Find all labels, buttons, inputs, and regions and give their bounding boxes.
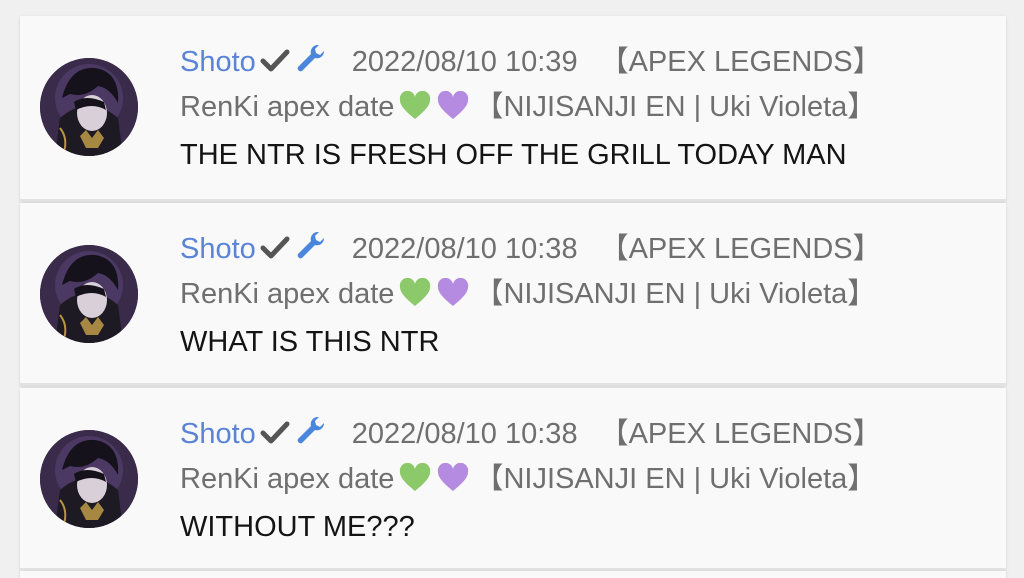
- green-heart-icon: [398, 90, 432, 129]
- message-text: THE NTR IS FRESH OFF THE GRILL TODAY MAN: [180, 139, 847, 171]
- username[interactable]: Shoto: [180, 418, 256, 450]
- chat-message-card[interactable]: Shoto 2022/08/10 10:38 【APEX LEGENDS】 RenK…: [20, 203, 1006, 386]
- stream-info: RenKi apex date 【NIJISANJI EN | Uki Viole…: [180, 277, 876, 316]
- stream-title: RenKi apex date: [180, 278, 395, 310]
- check-icon: [260, 48, 290, 82]
- stream-title: RenKi apex date: [180, 91, 395, 123]
- game-tag: 【APEX LEGENDS】: [599, 233, 882, 265]
- chat-feed: Shoto 2022/08/10 10:39 【APEX LEGENDS】 RenK…: [0, 0, 1024, 578]
- stream-channel: 【NIJISANJI EN | Uki Violeta】: [474, 463, 877, 495]
- message-header: Shoto 2022/08/10 10:38 【APEX LEGENDS】: [180, 414, 882, 454]
- message-text: WITHOUT ME???: [180, 511, 415, 543]
- check-icon: [260, 235, 290, 269]
- avatar-icon[interactable]: [40, 430, 138, 528]
- stream-channel: 【NIJISANJI EN | Uki Violeta】: [474, 278, 877, 310]
- stream-title: RenKi apex date: [180, 463, 395, 495]
- message-header: Shoto 2022/08/10 10:38 【APEX LEGENDS】: [180, 229, 882, 269]
- wrench-icon: [294, 414, 326, 454]
- avatar-icon[interactable]: [40, 245, 138, 343]
- message-text: WHAT IS THIS NTR: [180, 326, 440, 358]
- stream-info: RenKi apex date 【NIJISANJI EN | Uki Viole…: [180, 462, 876, 501]
- avatar-icon[interactable]: [40, 58, 138, 156]
- username[interactable]: Shoto: [180, 46, 256, 78]
- game-tag: 【APEX LEGENDS】: [599, 46, 882, 78]
- purple-heart-icon: [436, 277, 470, 316]
- stream-info: RenKi apex date 【NIJISANJI EN | Uki Viole…: [180, 90, 876, 129]
- purple-heart-icon: [436, 462, 470, 501]
- wrench-icon: [294, 42, 326, 82]
- purple-heart-icon: [436, 90, 470, 129]
- chat-message-card[interactable]: Shoto 2022/08/10 10:39 【APEX LEGENDS】 RenK…: [20, 16, 1006, 202]
- timestamp: 2022/08/10 10:38: [351, 418, 578, 450]
- check-icon: [260, 420, 290, 454]
- timestamp: 2022/08/10 10:38: [351, 233, 578, 265]
- timestamp: 2022/08/10 10:39: [351, 46, 578, 78]
- stream-channel: 【NIJISANJI EN | Uki Violeta】: [474, 91, 877, 123]
- chat-message-card-partial: [20, 571, 1006, 578]
- wrench-icon: [294, 229, 326, 269]
- green-heart-icon: [398, 277, 432, 316]
- username[interactable]: Shoto: [180, 233, 256, 265]
- green-heart-icon: [398, 462, 432, 501]
- chat-message-card[interactable]: Shoto 2022/08/10 10:38 【APEX LEGENDS】 RenK…: [20, 388, 1006, 571]
- game-tag: 【APEX LEGENDS】: [599, 418, 882, 450]
- message-header: Shoto 2022/08/10 10:39 【APEX LEGENDS】: [180, 42, 882, 82]
